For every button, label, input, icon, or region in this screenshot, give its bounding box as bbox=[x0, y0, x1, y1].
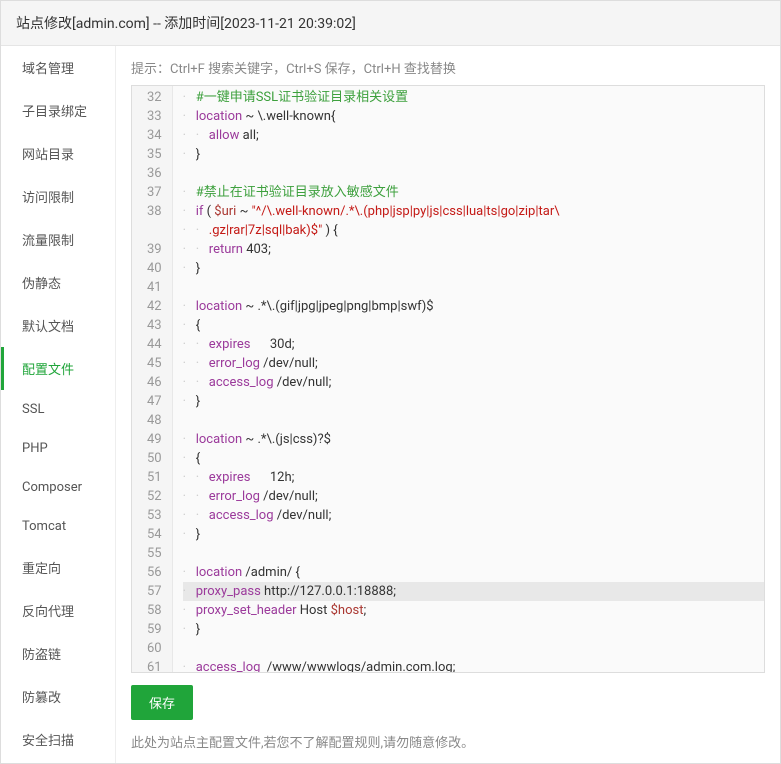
sidebar-item-5[interactable]: 伪静态 bbox=[1, 261, 115, 304]
sidebar-item-4[interactable]: 流量限制 bbox=[1, 218, 115, 261]
sidebar-item-10[interactable]: Composer bbox=[1, 468, 115, 507]
sidebar-item-7[interactable]: 配置文件 bbox=[1, 347, 115, 390]
sidebar: 域名管理子目录绑定网站目录访问限制流量限制伪静态默认文档配置文件SSLPHPCo… bbox=[1, 46, 116, 763]
sidebar-item-1[interactable]: 子目录绑定 bbox=[1, 89, 115, 132]
sidebar-item-13[interactable]: 反向代理 bbox=[1, 589, 115, 632]
sidebar-item-17[interactable]: 网站日志 bbox=[1, 761, 115, 763]
sidebar-item-2[interactable]: 网站目录 bbox=[1, 132, 115, 175]
sidebar-item-8[interactable]: SSL bbox=[1, 390, 115, 429]
sidebar-item-6[interactable]: 默认文档 bbox=[1, 304, 115, 347]
code-area[interactable]: · #一键申请SSL证书验证目录相关设置· location ~ \.well-… bbox=[173, 86, 764, 672]
sidebar-item-15[interactable]: 防篡改 bbox=[1, 675, 115, 718]
window-title: 站点修改[admin.com] -- 添加时间[2023-11-21 20:39… bbox=[1, 1, 780, 46]
config-editor[interactable]: 32333435363738 3940414243444546474849505… bbox=[131, 85, 765, 673]
main-panel: 提示：Ctrl+F 搜索关键字，Ctrl+S 保存，Ctrl+H 查找替换 32… bbox=[116, 46, 780, 763]
sidebar-item-14[interactable]: 防盗链 bbox=[1, 632, 115, 675]
sidebar-item-16[interactable]: 安全扫描 bbox=[1, 718, 115, 761]
sidebar-item-9[interactable]: PHP bbox=[1, 429, 115, 468]
line-gutter: 32333435363738 3940414243444546474849505… bbox=[132, 86, 173, 672]
sidebar-item-3[interactable]: 访问限制 bbox=[1, 175, 115, 218]
sidebar-item-11[interactable]: Tomcat bbox=[1, 507, 115, 546]
sidebar-item-12[interactable]: 重定向 bbox=[1, 546, 115, 589]
sidebar-item-0[interactable]: 域名管理 bbox=[1, 46, 115, 89]
editor-tip: 提示：Ctrl+F 搜索关键字，Ctrl+S 保存，Ctrl+H 查找替换 bbox=[131, 58, 765, 77]
footnote: 此处为站点主配置文件,若您不了解配置规则,请勿随意修改。 bbox=[131, 732, 765, 751]
save-button[interactable]: 保存 bbox=[131, 685, 193, 720]
